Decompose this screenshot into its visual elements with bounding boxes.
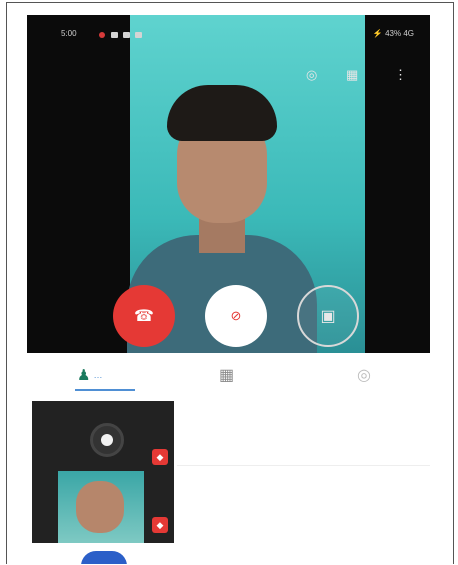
caller-hair: [167, 85, 277, 141]
signal-icon: [111, 32, 118, 38]
remote-video: 5:00 ⚡ 43% 4G ◎ ▦ ⋮ ☎ ⊘ ▣: [27, 15, 430, 353]
self-face: [76, 481, 124, 533]
call-top-toolbar: ◎ ▦ ⋮: [286, 67, 416, 87]
status-time: 5:00: [61, 29, 77, 38]
menu-icon[interactable]: ⋮: [394, 67, 407, 83]
notification-icon: [99, 32, 105, 38]
active-tab-indicator: [75, 389, 135, 391]
toggle-video-button[interactable]: ▣: [297, 285, 359, 347]
badge-icon[interactable]: ◆: [152, 449, 168, 465]
grid-icon[interactable]: ▦: [346, 67, 358, 83]
tab-grid[interactable]: ▦: [219, 363, 234, 387]
mic-off-icon: ⊘: [230, 308, 242, 323]
self-preview[interactable]: ◆ ◆: [32, 401, 174, 543]
tab-settings[interactable]: ◎: [357, 363, 371, 387]
tab-contacts-label: …: [93, 370, 103, 380]
video-icon: ▣: [320, 308, 336, 325]
floating-action-button[interactable]: [81, 551, 127, 564]
list-item[interactable]: [187, 501, 430, 519]
tab-contacts[interactable]: ♟ …: [75, 363, 135, 391]
contacts-icon: ♟: [77, 367, 91, 384]
list-divider: [177, 465, 430, 466]
self-preview-video: [58, 471, 144, 543]
end-call-button[interactable]: ☎: [113, 285, 175, 347]
settings-icon: ◎: [357, 367, 371, 384]
record-icon[interactable]: [90, 423, 124, 457]
list-item[interactable]: [187, 431, 430, 449]
grid-tab-icon: ▦: [219, 367, 235, 384]
badge-icon[interactable]: ◆: [152, 517, 168, 533]
headset-icon[interactable]: ◎: [306, 67, 317, 83]
status-bar: 5:00 ⚡ 43% 4G: [27, 29, 430, 45]
wifi-icon: [123, 32, 130, 38]
bottom-tab-bar: ♟ … ▦ ◎: [27, 353, 430, 397]
mute-button[interactable]: ⊘: [205, 285, 267, 347]
phone-icon: ☎: [134, 308, 154, 325]
sync-icon: [135, 32, 142, 38]
status-right: ⚡ 43% 4G: [372, 29, 414, 38]
app-frame: 5:00 ⚡ 43% 4G ◎ ▦ ⋮ ☎ ⊘ ▣ ♟ … ▦ ◎ ◆ ◆: [6, 2, 454, 564]
